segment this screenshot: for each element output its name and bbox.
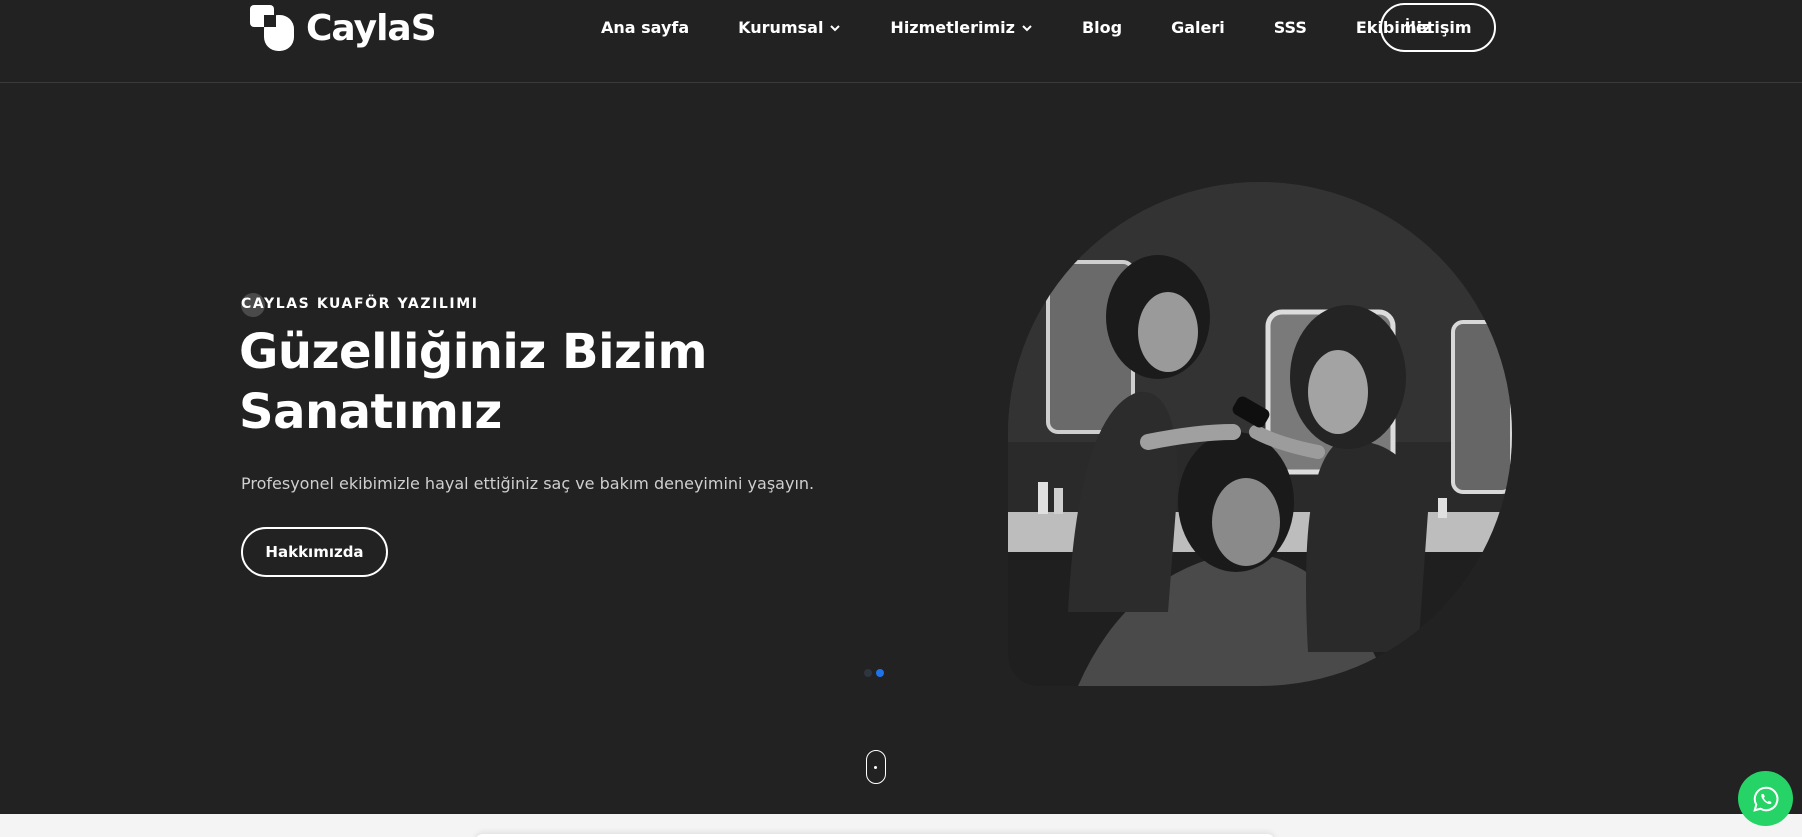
nav-item-label: SSS (1273, 18, 1307, 37)
hero-title-line2: Sanatımız (239, 384, 502, 440)
chevron-down-icon (830, 24, 841, 31)
nav-item-kurumsal[interactable]: Kurumsal (738, 18, 841, 37)
nav-item-ana-sayfa[interactable]: Ana sayfa (601, 18, 689, 37)
mouse-scroll-icon[interactable] (866, 750, 886, 784)
brand-name: CaylaS (306, 7, 437, 49)
hero-title: Güzelliğiniz Bizim Sanatımız (239, 322, 759, 442)
hero-eyebrow: CAYLAS KUAFÖR YAZILIMI (241, 296, 479, 312)
whatsapp-icon (1752, 786, 1778, 812)
salon-hairdressers-photo-icon (1008, 182, 1512, 686)
nav-item-hizmetlerimiz[interactable]: Hizmetlerimiz (890, 18, 1033, 37)
nav-item-label: Blog (1081, 18, 1123, 37)
contact-button[interactable]: İletişim (1380, 3, 1496, 52)
nav-item-sss[interactable]: SSS (1274, 18, 1307, 37)
chevron-down-icon (1022, 24, 1032, 31)
nav-item-label: Hizmetlerimiz (890, 18, 1015, 37)
nav-item-label: Kurumsal (738, 18, 824, 37)
nav-item-blog[interactable]: Blog (1082, 18, 1122, 37)
site-header: CaylaS Ana sayfa Kurumsal Hizmetlerimiz … (0, 0, 1802, 83)
main-nav: Ana sayfa Kurumsal Hizmetlerimiz Blog Ga… (601, 0, 1480, 55)
slider-pagination (864, 669, 884, 677)
slider-dot[interactable] (864, 669, 872, 677)
whatsapp-button[interactable] (1738, 771, 1793, 826)
hero-subtitle: Profesyonel ekibimizle hayal ettiğiniz s… (241, 474, 815, 493)
hero-title-line1: Güzelliğiniz Bizim (239, 324, 707, 380)
hero-image (1008, 182, 1512, 686)
nav-item-galeri[interactable]: Galeri (1171, 18, 1225, 37)
about-button[interactable]: Hakkımızda (241, 527, 388, 577)
caylas-logo-mark-icon (250, 5, 294, 51)
logo[interactable]: CaylaS (248, 2, 437, 54)
slider-dot-active[interactable] (876, 669, 884, 677)
nav-item-label: Galeri (1171, 18, 1225, 37)
nav-item-label: Ana sayfa (601, 18, 690, 37)
